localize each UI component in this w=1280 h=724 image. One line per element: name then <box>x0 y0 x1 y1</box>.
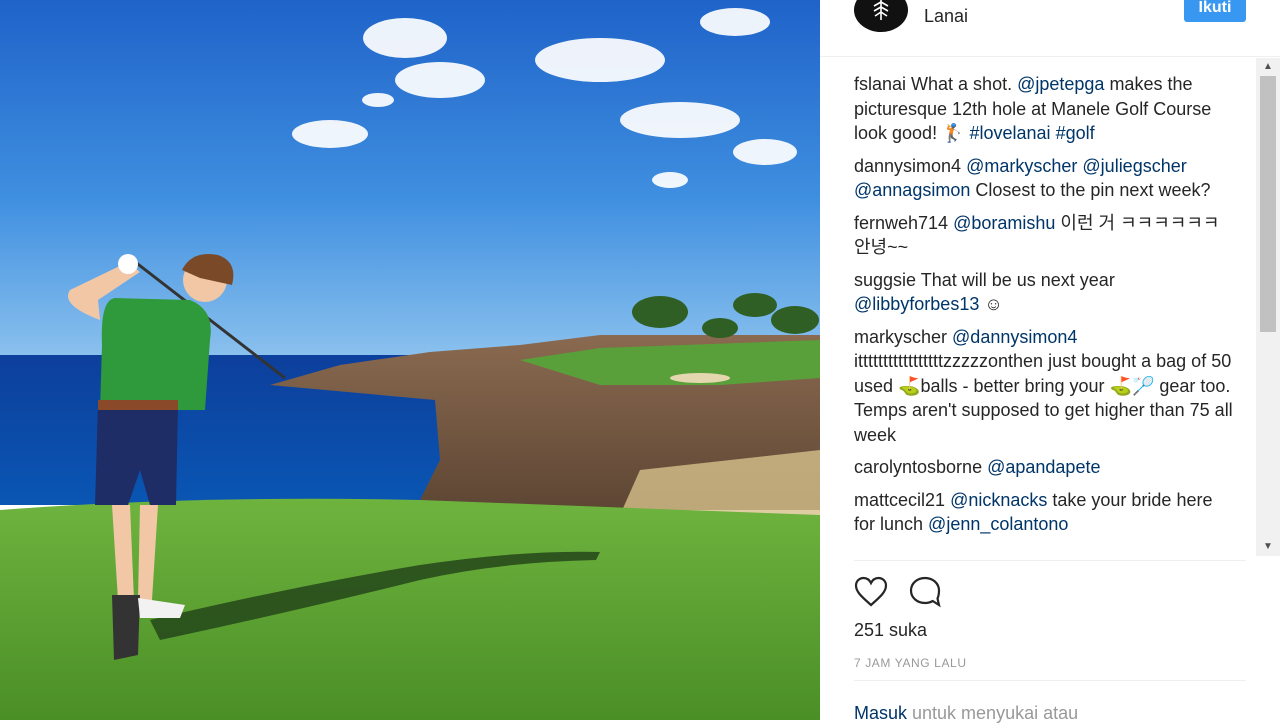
comment-username[interactable]: carolyntosborne <box>854 457 982 477</box>
mention-link[interactable]: @markyscher <box>966 156 1077 176</box>
mention-link[interactable]: @apandapete <box>987 457 1100 477</box>
like-count[interactable]: 251 suka <box>854 620 927 641</box>
comment-username[interactable]: suggsie <box>854 270 916 290</box>
comment-icon[interactable] <box>908 575 942 609</box>
comment-text: ☺ <box>979 294 1003 314</box>
follow-button[interactable]: Ikuti <box>1184 0 1246 22</box>
scroll-up-arrow-icon[interactable]: ▲ <box>1256 58 1280 76</box>
post-header: Lanai Ikuti <box>820 0 1280 57</box>
leaf-logo-icon <box>873 0 889 20</box>
mention-link[interactable]: @dannysimon4 <box>952 327 1077 347</box>
comment-item: mattcecil21 @nicknacks take your bride h… <box>854 488 1234 537</box>
mention-link[interactable]: @libbyforbes13 <box>854 294 979 314</box>
comment-username[interactable]: mattcecil21 <box>854 490 945 510</box>
divider <box>854 560 1246 561</box>
login-prompt: Masuk untuk menyukai atau <box>854 703 1078 724</box>
mention-link[interactable]: @nicknacks <box>950 490 1047 510</box>
mention-link[interactable]: @jenn_colantono <box>928 514 1068 534</box>
comment-text: itttttttttttttttttzzzzzonthen just bough… <box>854 351 1233 445</box>
mention-link[interactable]: @boramishu <box>953 213 1055 233</box>
comment-text: Closest to the pin next week? <box>970 180 1211 200</box>
mention-link[interactable]: @juliegscher <box>1082 156 1186 176</box>
avatar[interactable] <box>854 0 908 32</box>
comment-item: dannysimon4 @markyscher @juliegscher @an… <box>854 154 1234 203</box>
comment-username[interactable]: dannysimon4 <box>854 156 961 176</box>
comment-item: fslanai What a shot. @jpetepga makes the… <box>854 72 1234 146</box>
comment-username[interactable]: fernweh714 <box>854 213 948 233</box>
divider <box>854 680 1246 681</box>
comment-username[interactable]: fslanai <box>854 74 906 94</box>
comment-item: carolyntosborne @apandapete <box>854 455 1234 480</box>
comment-text: What a shot. <box>906 74 1018 94</box>
comment-list: fslanai What a shot. @jpetepga makes the… <box>854 72 1234 560</box>
mention-link[interactable]: @annagsimon <box>854 180 970 200</box>
hashtag-link[interactable]: #golf <box>1056 123 1095 143</box>
comment-text: That will be us next year <box>916 269 1115 290</box>
post-photo[interactable] <box>0 0 820 720</box>
comment-item: suggsie That will be us next year @libby… <box>854 268 1234 317</box>
post-timestamp: 7 JAM YANG LALU <box>854 656 967 670</box>
scroll-down-arrow-icon[interactable]: ▼ <box>1256 538 1280 556</box>
comment-username[interactable]: markyscher <box>854 327 947 347</box>
comment-scrollbar[interactable]: ▲ ▼ <box>1256 58 1280 556</box>
scroll-thumb[interactable] <box>1260 76 1276 332</box>
golfer-photo-image <box>0 0 820 720</box>
heart-icon[interactable] <box>854 575 888 609</box>
comment-item: fernweh714 @boramishu 이런 거 ㅋㅋㅋㅋㅋㅋ 안녕~~ <box>854 211 1234 260</box>
login-link[interactable]: Masuk <box>854 703 907 723</box>
mention-link[interactable]: @jpetepga <box>1017 74 1104 94</box>
location-link[interactable]: Lanai <box>924 6 968 27</box>
login-prompt-text: untuk menyukai atau <box>907 703 1079 723</box>
hashtag-link[interactable]: #lovelanai <box>969 123 1050 143</box>
comment-item: markyscher @dannysimon4 ittttttttttttttt… <box>854 325 1234 448</box>
post-sidebar: Lanai Ikuti fslanai What a shot. @jpetep… <box>820 0 1280 723</box>
